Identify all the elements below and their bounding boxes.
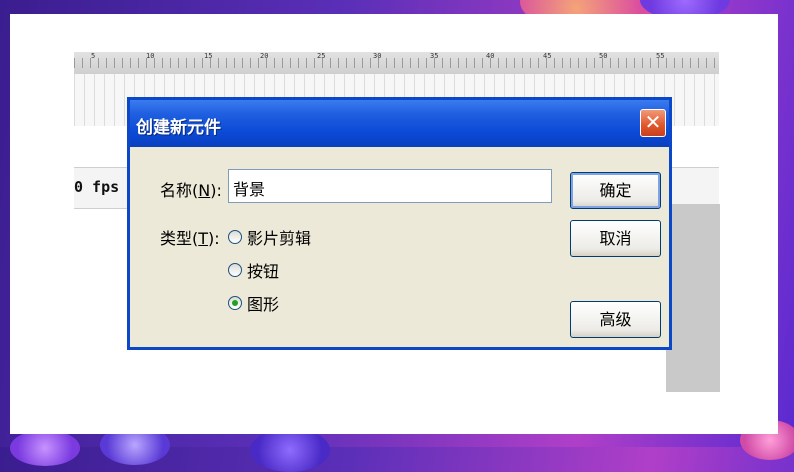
name-input[interactable]: 背景 (228, 169, 552, 203)
type-option-button[interactable]: 按钮 (228, 258, 279, 282)
decor-blob (10, 430, 80, 466)
cancel-button[interactable]: 取消 (570, 220, 661, 257)
side-panel (666, 204, 720, 392)
ruler-tick-label: 35 (430, 52, 439, 60)
ruler-tick-label: 5 (91, 52, 96, 60)
type-option-label: 影片剪辑 (247, 229, 312, 248)
ok-button[interactable]: 确定 (570, 172, 661, 209)
close-icon: ✕ (644, 110, 662, 134)
ruler-tick-label: 55 (656, 52, 665, 60)
ruler-tick-label: 45 (543, 52, 552, 60)
slide-canvas: 5 10 15 20 25 30 35 40 45 50 55 0 fps 创建… (10, 14, 778, 434)
fps-readout: 0 fps (74, 178, 120, 196)
dialog-titlebar[interactable]: 创建新元件 ✕ (130, 100, 669, 147)
ruler-tick-label: 15 (204, 52, 213, 60)
ruler-tick-label: 30 (373, 52, 382, 60)
ruler-tick-label: 10 (146, 52, 155, 60)
create-symbol-dialog: 创建新元件 ✕ 名称(N): 背景 类型(T): 影片剪辑 按钮 图形 确定 取… (127, 97, 672, 350)
close-button[interactable]: ✕ (640, 109, 666, 137)
decor-blob (250, 428, 330, 472)
name-label: 名称(N): (160, 181, 222, 200)
dialog-title: 创建新元件 (136, 118, 221, 138)
type-option-movieclip[interactable]: 影片剪辑 (228, 225, 311, 249)
radio-button[interactable] (228, 230, 242, 244)
type-label: 类型(T): (160, 229, 220, 248)
ruler-tick-label: 20 (260, 52, 269, 60)
type-option-label: 按钮 (247, 262, 280, 281)
ruler-tick-label: 40 (486, 52, 495, 60)
ruler-tick-label: 25 (317, 52, 326, 60)
radio-button-checked[interactable] (228, 296, 242, 310)
type-option-label: 图形 (247, 295, 280, 314)
timeline-ruler[interactable]: 5 10 15 20 25 30 35 40 45 50 55 (74, 52, 719, 74)
type-option-graphic[interactable]: 图形 (228, 291, 279, 315)
ruler-tick-label: 50 (599, 52, 608, 60)
radio-button[interactable] (228, 263, 242, 277)
advanced-button[interactable]: 高级 (570, 301, 661, 338)
